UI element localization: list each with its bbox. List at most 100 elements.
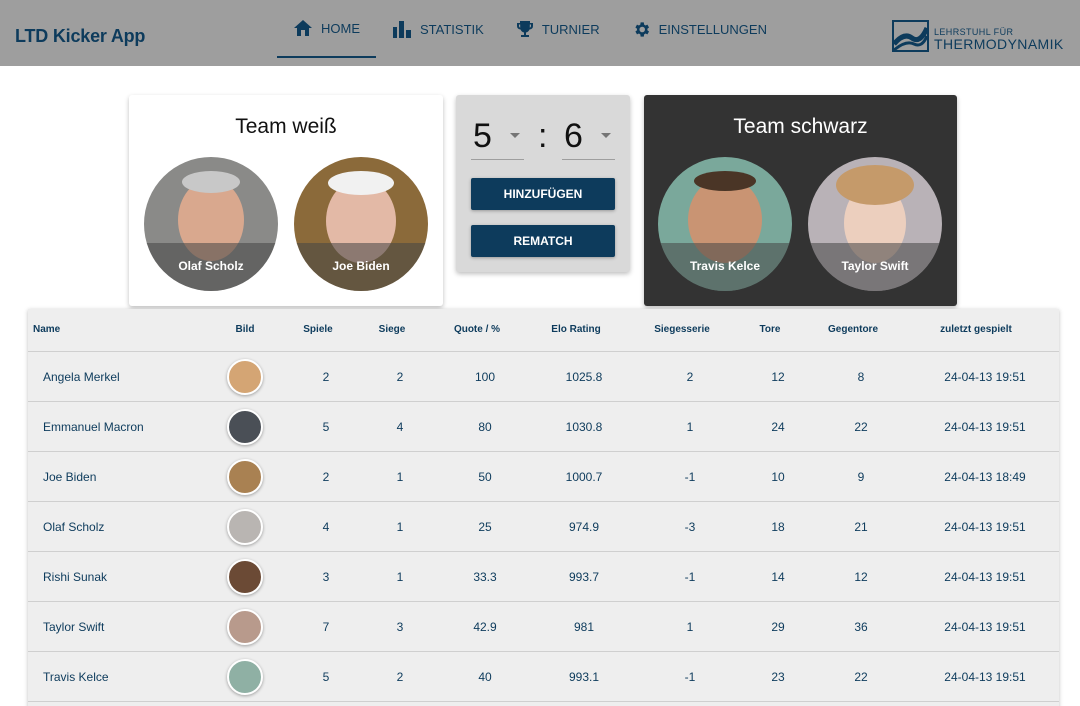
- cell-elo: 993.7: [568, 570, 600, 584]
- cell-siegesserie: 2: [686, 370, 694, 384]
- player-travis-kelce[interactable]: Travis Kelce: [658, 157, 792, 291]
- column-header-gegentore[interactable]: Gegentore: [828, 324, 878, 335]
- column-header-zuletzt[interactable]: zuletzt gespielt: [940, 324, 1012, 335]
- rematch-button[interactable]: REMATCH: [471, 225, 615, 257]
- player-name: Joe Biden: [294, 243, 428, 291]
- app-bar: LTD Kicker App HOME STATISTIK TURNIER EI…: [0, 0, 1080, 66]
- gear-icon: [634, 21, 649, 37]
- player-taylor-swift[interactable]: Taylor Swift: [808, 157, 942, 291]
- nav-tab-home[interactable]: HOME: [277, 0, 376, 58]
- cell-gegentore: 22: [854, 670, 868, 684]
- bar-chart-icon: [393, 21, 411, 38]
- cell-siege: 3: [396, 620, 404, 634]
- cell-gegentore: 22: [854, 420, 868, 434]
- cell-siegesserie: -1: [684, 470, 696, 484]
- cell-gegentore: 21: [854, 520, 868, 534]
- cell-elo: 1030.8: [565, 420, 603, 434]
- cell-elo: 1000.7: [565, 470, 603, 484]
- cell-gegentore: 36: [854, 620, 868, 634]
- column-header-name[interactable]: Name: [33, 324, 60, 335]
- cell-zuletzt: 24-04-13 18:49: [944, 470, 1026, 484]
- cell-quote: 25: [478, 520, 492, 534]
- table-row[interactable]: Rishi Sunak 3 1 33.3 993.7 -1 14 12 24-0…: [28, 552, 1059, 602]
- cell-spiele: 2: [322, 370, 330, 384]
- cell-name: Olaf Scholz: [43, 520, 105, 534]
- team-black-title: Team schwarz: [733, 115, 868, 138]
- player-avatar: [227, 459, 263, 495]
- column-header-quote[interactable]: Quote / %: [454, 324, 500, 335]
- player-joe-biden[interactable]: Joe Biden: [294, 157, 428, 291]
- table-row[interactable]: Emmanuel Macron 5 4 80 1030.8 1 24 22 24…: [28, 402, 1059, 452]
- table-header: Name Bild Spiele Siege Quote / % Elo Rat…: [28, 309, 1059, 352]
- cell-siege: 2: [396, 670, 404, 684]
- cell-gegentore: 12: [854, 570, 868, 584]
- cell-tore: 10: [771, 470, 785, 484]
- cell-quote: 42.9: [473, 620, 497, 634]
- team-black-card: Team schwarz Travis Kelce Taylor Swift: [644, 95, 957, 306]
- cell-tore: 14: [771, 570, 785, 584]
- cell-name: Rishi Sunak: [43, 570, 108, 584]
- table-row[interactable]: Angela Merkel 2 2 100 1025.8 2 12 8 24-0…: [28, 352, 1059, 402]
- cell-elo: 993.1: [568, 670, 600, 684]
- nav-tab-home-label: HOME: [321, 20, 360, 36]
- cell-gegentore: 9: [857, 470, 865, 484]
- player-name: Travis Kelce: [658, 243, 792, 291]
- nav-tab-einstellungen[interactable]: EINSTELLUNGEN: [616, 0, 783, 58]
- cell-siegesserie: 1: [686, 420, 694, 434]
- column-header-bild[interactable]: Bild: [236, 324, 255, 335]
- app-title[interactable]: LTD Kicker App: [15, 26, 145, 47]
- player-avatar: [227, 659, 263, 695]
- player-olaf-scholz[interactable]: Olaf Scholz: [144, 157, 278, 291]
- column-header-elo[interactable]: Elo Rating: [551, 324, 600, 335]
- table-row[interactable]: Joe Biden 2 1 50 1000.7 -1 10 9 24-04-13…: [28, 452, 1059, 502]
- score-black-value: 6: [564, 117, 583, 155]
- cell-siegesserie: 1: [686, 620, 694, 634]
- cell-spiele: 4: [322, 520, 330, 534]
- nav-tab-turnier[interactable]: TURNIER: [500, 0, 616, 58]
- table-row[interactable]: Olaf Scholz 4 1 25 974.9 -3 18 21 24-04-…: [28, 502, 1059, 552]
- column-header-siege[interactable]: Siege: [379, 324, 406, 335]
- cell-spiele: 7: [322, 620, 330, 634]
- cell-tore: 29: [771, 620, 785, 634]
- main-nav: HOME STATISTIK TURNIER EINSTELLUNGEN: [277, 0, 783, 66]
- player-avatar: [227, 359, 263, 395]
- score-black-select[interactable]: 6: [562, 115, 615, 160]
- cell-spiele: 5: [322, 670, 330, 684]
- cell-siege: 1: [396, 520, 404, 534]
- logo-mark-icon: [892, 20, 929, 52]
- institute-logo: LEHRSTUHL FÜR THERMODYNAMIK: [892, 20, 1072, 52]
- cell-siegesserie: -1: [684, 670, 696, 684]
- cell-quote: 80: [478, 420, 492, 434]
- nav-tab-statistik[interactable]: STATISTIK: [376, 0, 500, 58]
- table-row[interactable]: Travis Kelce 5 2 40 993.1 -1 23 22 24-04…: [28, 652, 1059, 702]
- add-game-button[interactable]: HINZUFÜGEN: [471, 178, 615, 210]
- cell-siegesserie: -3: [684, 520, 696, 534]
- player-name: Taylor Swift: [808, 243, 942, 291]
- team-white-title: Team weiß: [235, 115, 337, 138]
- home-icon: [294, 20, 312, 36]
- column-header-spiele[interactable]: Spiele: [303, 324, 332, 335]
- cell-spiele: 3: [322, 570, 330, 584]
- column-header-siegesserie[interactable]: Siegesserie: [654, 324, 710, 335]
- cell-zuletzt: 24-04-13 19:51: [944, 620, 1026, 634]
- cell-quote: 33.3: [473, 570, 497, 584]
- chevron-down-icon: [601, 133, 611, 138]
- cell-name: Taylor Swift: [43, 620, 105, 634]
- cell-quote: 50: [478, 470, 492, 484]
- cell-spiele: 5: [322, 420, 330, 434]
- cell-name: Joe Biden: [43, 470, 97, 484]
- cell-zuletzt: 24-04-13 19:51: [944, 570, 1026, 584]
- table-row[interactable]: Taylor Swift 7 3 42.9 981 1 29 36 24-04-…: [28, 602, 1059, 652]
- cell-elo: 1025.8: [565, 370, 603, 384]
- cell-siege: 2: [396, 370, 404, 384]
- team-white-card: Team weiß Olaf Scholz Joe Biden: [129, 95, 443, 306]
- cell-name: Emmanuel Macron: [43, 420, 144, 434]
- player-avatar: [227, 509, 263, 545]
- ranking-table: Name Bild Spiele Siege Quote / % Elo Rat…: [28, 309, 1059, 706]
- player-avatar: [227, 409, 263, 445]
- cell-zuletzt: 24-04-13 19:51: [944, 420, 1026, 434]
- cell-siegesserie: -1: [684, 570, 696, 584]
- column-header-tore[interactable]: Tore: [760, 324, 781, 335]
- player-avatar: [227, 559, 263, 595]
- score-white-select[interactable]: 5: [471, 115, 524, 160]
